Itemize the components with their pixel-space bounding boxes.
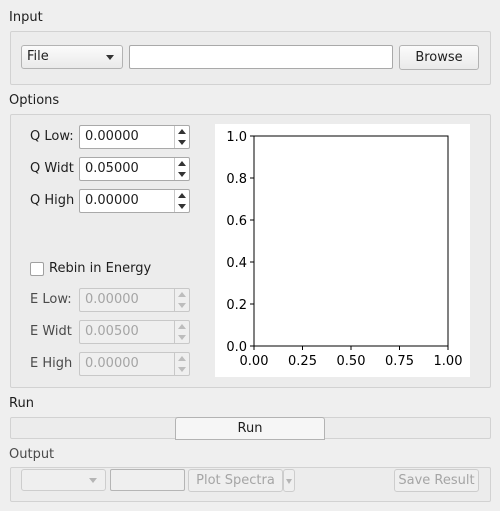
x-tick-label: 0.50 (337, 354, 366, 369)
file-path-input[interactable] (129, 45, 393, 69)
arrow-up-icon[interactable] (178, 129, 186, 134)
x-tick-label: 0.00 (240, 354, 269, 369)
e-width-stepper[interactable] (174, 321, 189, 343)
rebin-label: Rebin in Energy (49, 261, 152, 276)
chevron-down-icon (89, 478, 97, 483)
e-width-label: E Widt (30, 324, 72, 339)
e-width-spinbox[interactable]: 0.00500 (79, 320, 190, 344)
arrow-up-icon[interactable] (178, 161, 186, 166)
e-low-stepper[interactable] (174, 289, 189, 311)
y-tick-label: 0.8 (226, 172, 247, 187)
arrow-down-icon[interactable] (178, 204, 186, 209)
y-tick-label: 0.2 (226, 298, 247, 313)
q-width-label: Q Widt (30, 161, 74, 176)
arrow-up-icon[interactable] (178, 292, 186, 297)
q-high-spinbox[interactable]: 0.00000 (79, 189, 190, 213)
run-section-label: Run (9, 396, 34, 411)
options-section-label: Options (9, 93, 60, 108)
x-tick-label: 0.25 (288, 354, 317, 369)
y-tick-label: 0.6 (226, 214, 247, 229)
chevron-down-icon (286, 479, 292, 484)
y-tick-label: 1.0 (226, 130, 247, 145)
output-text-field[interactable] (110, 469, 185, 491)
q-low-label: Q Low: (30, 129, 74, 144)
output-section-label: Output (9, 447, 55, 462)
plot-axes-frame (253, 135, 449, 347)
e-high-label: E High (30, 356, 73, 371)
q-width-stepper[interactable] (174, 158, 189, 180)
e-width-value: 0.00500 (85, 324, 139, 339)
q-low-spinbox[interactable]: 0.00000 (79, 125, 190, 149)
q-width-spinbox[interactable]: 0.05000 (79, 157, 190, 181)
source-combo-value: File (27, 49, 49, 64)
arrow-down-icon[interactable] (178, 140, 186, 145)
q-high-value: 0.00000 (85, 193, 139, 208)
e-high-stepper[interactable] (174, 353, 189, 375)
rebin-checkbox[interactable] (30, 262, 44, 276)
arrow-up-icon[interactable] (178, 193, 186, 198)
input-section-label: Input (9, 10, 43, 25)
output-workspace-combo[interactable] (21, 469, 106, 491)
save-result-button[interactable]: Save Result (394, 469, 479, 492)
q-low-value: 0.00000 (85, 129, 139, 144)
chevron-down-icon (106, 55, 114, 60)
arrow-up-icon[interactable] (178, 356, 186, 361)
x-tick-label: 0.75 (385, 354, 414, 369)
browse-button[interactable]: Browse (399, 45, 479, 70)
arrow-down-icon[interactable] (178, 335, 186, 340)
q-high-stepper[interactable] (174, 190, 189, 212)
source-combo[interactable]: File (21, 45, 123, 69)
arrow-down-icon[interactable] (178, 172, 186, 177)
plot-spectra-button[interactable]: Plot Spectra (188, 469, 283, 492)
q-high-label: Q High (30, 193, 75, 208)
e-high-spinbox[interactable]: 0.00000 (79, 352, 190, 376)
e-low-spinbox[interactable]: 0.00000 (79, 288, 190, 312)
arrow-up-icon[interactable] (178, 324, 186, 329)
e-low-label: E Low: (30, 292, 72, 307)
arrow-down-icon[interactable] (178, 367, 186, 372)
run-button[interactable]: Run (175, 417, 325, 440)
y-tick-label: 0.0 (226, 340, 247, 355)
x-tick-label: 1.00 (434, 354, 463, 369)
arrow-down-icon[interactable] (178, 303, 186, 308)
e-low-value: 0.00000 (85, 292, 139, 307)
plot-canvas[interactable]: 0.00 0.25 0.50 0.75 1.00 0.0 0.2 0.4 0.6 0.8 1.0 (215, 124, 470, 377)
q-width-value: 0.05000 (85, 161, 139, 176)
empty-plot: 0.00 0.25 0.50 0.75 1.00 0.0 0.2 0.4 0.6 0.8 1.0 (226, 130, 463, 369)
e-high-value: 0.00000 (85, 356, 139, 371)
plot-spectra-menu-button[interactable] (283, 469, 295, 492)
q-low-stepper[interactable] (174, 126, 189, 148)
y-tick-label: 0.4 (226, 256, 247, 271)
